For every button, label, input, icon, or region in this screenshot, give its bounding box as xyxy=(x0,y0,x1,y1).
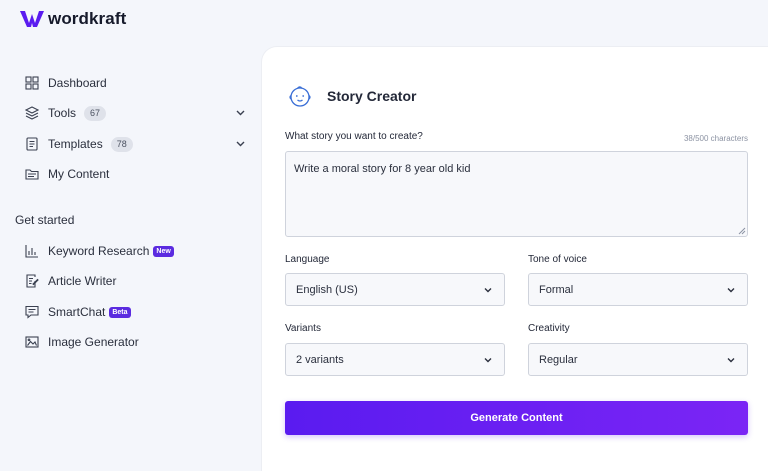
sidebar-item-label: Keyword Research xyxy=(48,244,150,258)
sidebar-item-label: Templates xyxy=(48,137,103,151)
brand-name: wordkraft xyxy=(48,9,127,28)
image-icon xyxy=(25,335,39,349)
prompt-label: What story you want to create? xyxy=(285,131,423,142)
sidebar-item-label: Image Generator xyxy=(48,335,139,349)
beta-badge: Beta xyxy=(109,306,131,318)
language-label: Language xyxy=(285,254,330,265)
creativity-select[interactable]: Regular xyxy=(528,343,748,376)
char-count: 38/500 characters xyxy=(683,134,748,143)
dashboard-grid-icon xyxy=(25,76,39,90)
sidebar-item-label: Article Writer xyxy=(48,274,117,288)
sidebar-item-templates[interactable]: Templates 78 xyxy=(25,134,250,154)
tone-select[interactable]: Formal xyxy=(528,273,748,306)
variants-label: Variants xyxy=(285,323,321,334)
sidebar-item-keyword-research[interactable]: Keyword Research New xyxy=(25,241,250,261)
language-value: English (US) xyxy=(296,283,358,296)
sidebar-item-label: Tools xyxy=(48,106,77,120)
sidebar: wordkraft Dashboard Tools 67 Templates 7… xyxy=(0,0,262,471)
sidebar-item-article-writer[interactable]: Article Writer xyxy=(25,271,250,291)
baby-face-icon xyxy=(289,86,311,107)
folder-icon xyxy=(25,167,39,181)
chat-icon xyxy=(25,305,39,319)
panel-header: Story Creator xyxy=(287,84,416,108)
section-title-get-started: Get started xyxy=(15,213,75,227)
variants-select[interactable]: 2 variants xyxy=(285,343,505,376)
creativity-label: Creativity xyxy=(528,323,570,334)
creativity-value: Regular xyxy=(539,353,578,366)
bar-chart-icon xyxy=(25,244,39,258)
chevron-down-icon[interactable] xyxy=(235,107,246,118)
layers-icon xyxy=(25,106,39,120)
new-badge: New xyxy=(153,245,174,257)
sidebar-item-dashboard[interactable]: Dashboard xyxy=(25,73,250,93)
story-prompt-input[interactable]: Write a moral story for 8 year old kid xyxy=(285,151,748,237)
page-title: Story Creator xyxy=(327,88,417,104)
brand-logo[interactable]: wordkraft xyxy=(20,9,126,29)
sidebar-item-label: My Content xyxy=(48,167,110,181)
chevron-down-icon xyxy=(727,288,735,293)
wordkraft-logo-icon xyxy=(20,11,44,27)
tone-value: Formal xyxy=(539,283,574,296)
count-badge: 78 xyxy=(110,136,133,152)
chevron-down-icon xyxy=(727,358,735,363)
chevron-down-icon xyxy=(484,358,492,363)
document-icon xyxy=(25,137,39,151)
edit-document-icon xyxy=(25,274,39,288)
sidebar-item-label: Dashboard xyxy=(48,76,107,90)
sidebar-item-image-generator[interactable]: Image Generator xyxy=(25,332,250,352)
generate-content-button[interactable]: Generate Content xyxy=(285,401,748,435)
tone-label: Tone of voice xyxy=(528,254,587,265)
sidebar-item-my-content[interactable]: My Content xyxy=(25,164,250,184)
resize-handle-icon[interactable] xyxy=(738,227,746,235)
sidebar-item-tools[interactable]: Tools 67 xyxy=(25,103,250,123)
count-badge: 67 xyxy=(84,105,107,121)
sidebar-item-label: SmartChat xyxy=(48,305,106,319)
language-select[interactable]: English (US) xyxy=(285,273,505,306)
chevron-down-icon[interactable] xyxy=(235,138,246,149)
chevron-down-icon xyxy=(484,288,492,293)
sidebar-item-smartchat[interactable]: SmartChat Beta xyxy=(25,302,250,322)
variants-value: 2 variants xyxy=(296,353,344,366)
